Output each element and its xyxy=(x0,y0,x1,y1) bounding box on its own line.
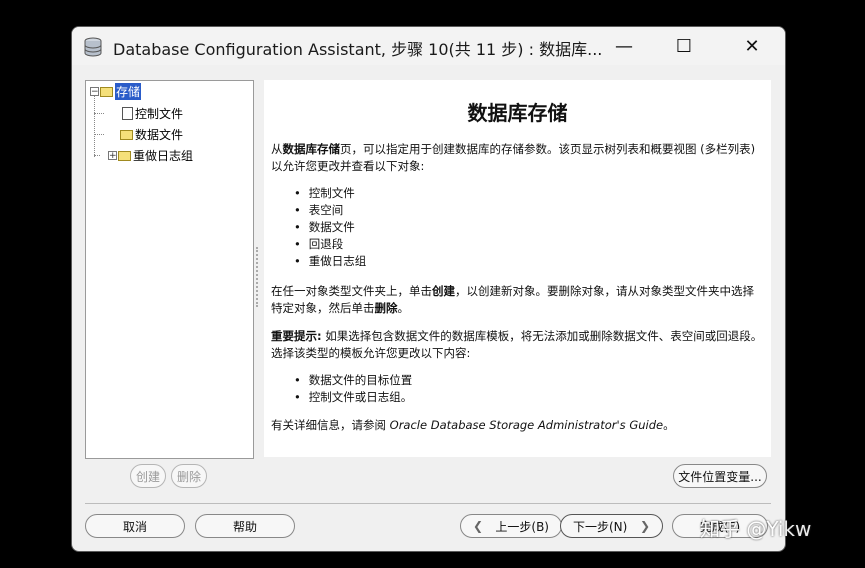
folder-icon xyxy=(118,150,131,161)
tree-node-label: 控制文件 xyxy=(135,107,184,121)
list-item: 表空间 xyxy=(294,202,366,219)
close-icon: ✕ xyxy=(744,35,760,57)
chevron-right-icon: ❯ xyxy=(639,519,650,533)
file-location-variables-button[interactable]: 文件位置变量... xyxy=(673,464,767,488)
important-note: 重要提示: 如果选择包含数据文件的数据库模板，将无法添加或删除数据文件、表空间或… xyxy=(271,329,763,360)
delete-button[interactable]: 删除 xyxy=(171,464,207,488)
maximize-icon: ☐ xyxy=(675,35,693,57)
maximize-button[interactable]: ☐ xyxy=(664,33,704,59)
create-delete-paragraph: 在任一对象类型文件夹上，单击创建，以创建新对象。要删除对象，请从对象类型文件夹中… xyxy=(271,284,754,315)
pane-splitter[interactable] xyxy=(256,247,262,307)
more-info-paragraph: 有关详细信息，请参阅 Oracle Database Storage Admin… xyxy=(271,418,675,432)
cancel-button[interactable]: 取消 xyxy=(85,514,185,538)
folder-icon xyxy=(120,129,133,140)
guide-reference: Oracle Database Storage Administrator's … xyxy=(389,418,664,432)
back-button[interactable]: ❮ 上一步(B) xyxy=(460,514,562,538)
create-button[interactable]: 创建 xyxy=(130,464,166,488)
list-item: 数据文件 xyxy=(294,219,366,236)
dbca-window: Database Configuration Assistant, 步骤 10(… xyxy=(71,26,786,552)
watermark: 知乎 @Yikw xyxy=(700,517,812,541)
divider xyxy=(85,503,771,504)
folder-open-icon xyxy=(100,86,113,97)
tree-node-label: 重做日志组 xyxy=(133,149,194,163)
close-button[interactable]: ✕ xyxy=(732,33,772,59)
chevron-left-icon: ❮ xyxy=(473,519,484,533)
back-button-label: 上一步(B) xyxy=(495,519,549,534)
tree-node-redo-log-groups[interactable]: + 重做日志组 xyxy=(108,147,193,164)
list-item: 回退段 xyxy=(294,236,366,253)
minimize-button[interactable]: — xyxy=(604,33,644,59)
next-button[interactable]: 下一步(N) ❯ xyxy=(560,514,663,538)
list-item: 控制文件 xyxy=(294,185,366,202)
storage-tree[interactable]: − 存储 控制文件 数据文件 + 重做日志组 xyxy=(85,80,254,459)
database-app-icon xyxy=(84,37,102,57)
help-button[interactable]: 帮助 xyxy=(195,514,295,538)
changeable-list: 数据文件的目标位置 控制文件或日志组。 xyxy=(294,372,413,406)
window-title: Database Configuration Assistant, 步骤 10(… xyxy=(113,40,603,59)
list-item: 重做日志组 xyxy=(294,253,367,270)
tree-node-data-files[interactable]: 数据文件 xyxy=(120,126,183,143)
content-heading: 数据库存储 xyxy=(467,101,568,125)
tree-node-control-files[interactable]: 控制文件 xyxy=(122,105,183,122)
tree-node-label: 存储 xyxy=(115,83,142,100)
list-item: 数据文件的目标位置 xyxy=(294,372,413,389)
list-item: 控制文件或日志组。 xyxy=(294,389,413,406)
document-icon xyxy=(122,107,133,120)
tree-node-label: 数据文件 xyxy=(135,128,184,142)
title-bar[interactable]: Database Configuration Assistant, 步骤 10(… xyxy=(72,27,785,65)
help-content: 数据库存储 从数据库存储页，可以指定用于创建数据库的存储参数。该页显示树列表和概… xyxy=(264,80,771,457)
tree-node-storage[interactable]: − 存储 xyxy=(90,83,142,100)
next-button-label: 下一步(N) xyxy=(573,519,628,534)
collapse-icon[interactable]: − xyxy=(90,87,99,97)
minimize-icon: — xyxy=(615,35,633,57)
expand-icon[interactable]: + xyxy=(108,151,117,161)
object-list: 控制文件 表空间 数据文件 回退段 重做日志组 xyxy=(294,185,367,270)
intro-paragraph: 从数据库存储页，可以指定用于创建数据库的存储参数。该页显示树列表和概要视图 (多… xyxy=(271,142,756,173)
